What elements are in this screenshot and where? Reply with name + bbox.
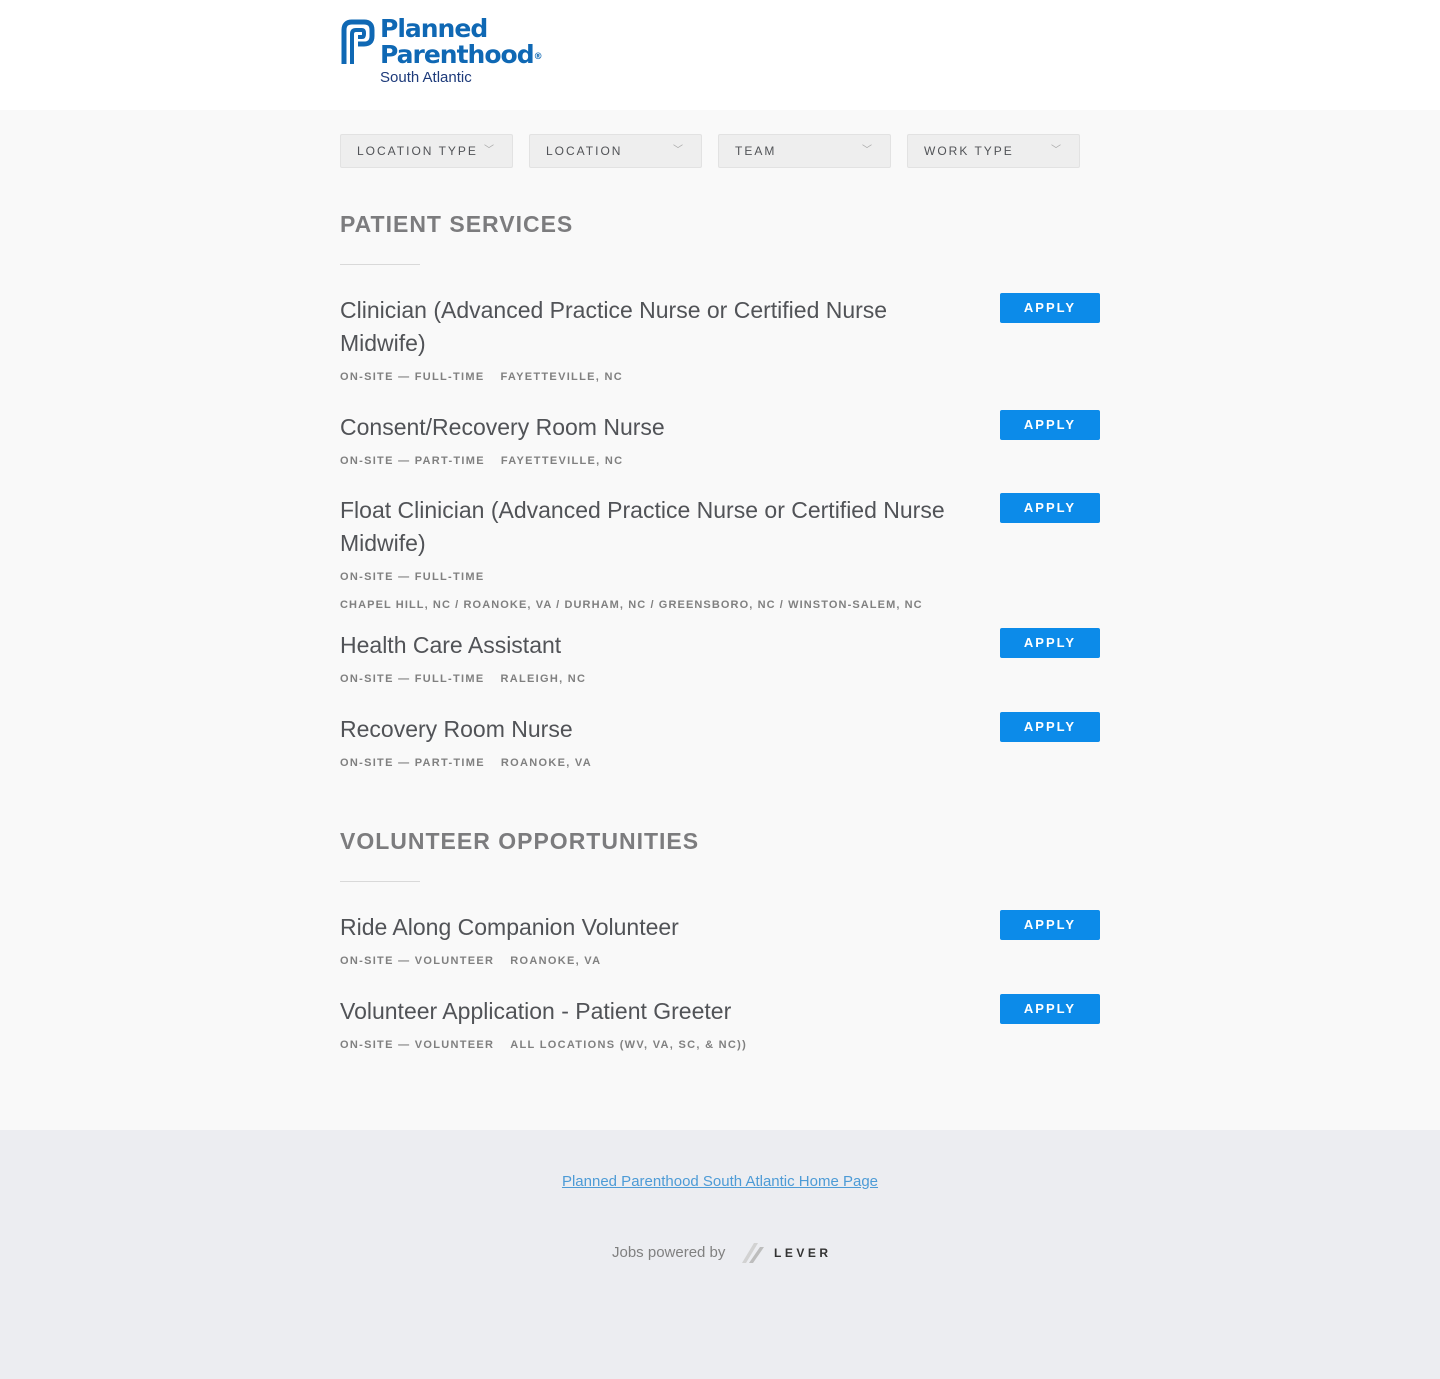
posting-meta: ON-SITE — FULL-TIME RALEIGH, NC — [340, 672, 1100, 686]
posting-commitment: ON-SITE — PART-TIME — [340, 455, 485, 467]
posting-meta: ON-SITE — VOLUNTEER ALL LOCATIONS (WV, VA… — [340, 1038, 1100, 1052]
chevron-down-icon: ﹀ — [862, 145, 872, 156]
posting-location: CHAPEL HILL, NC / ROANOKE, VA / DURHAM, … — [340, 599, 923, 611]
section-divider — [340, 264, 420, 265]
posting-ride-along-companion-volunteer: Ride Along Companion Volunteer ON-SITE —… — [340, 910, 1100, 968]
posting-title-link[interactable]: Health Care Assistant — [340, 629, 970, 662]
posting-commitment: ON-SITE — FULL-TIME — [340, 571, 485, 583]
posting-commitment: ON-SITE — FULL-TIME — [340, 371, 485, 383]
posting-location: FAYETTEVILLE, NC — [500, 371, 623, 383]
chevron-down-icon: ﹀ — [1051, 145, 1061, 156]
job-listings: LOCATION TYPE ﹀ LOCATION ﹀ TEAM ﹀ WORK T… — [0, 110, 1440, 1130]
posting-commitment: ON-SITE — VOLUNTEER — [340, 1039, 495, 1051]
filter-location[interactable]: LOCATION ﹀ — [529, 134, 702, 168]
posting-title-link[interactable]: Recovery Room Nurse — [340, 713, 970, 746]
filter-label: LOCATION — [546, 144, 623, 158]
logo-line-planned: Planned — [380, 14, 488, 43]
posting-meta: ON-SITE — FULL-TIME FAYETTEVILLE, NC — [340, 370, 1100, 384]
apply-button[interactable]: APPLY — [1000, 712, 1100, 742]
filter-work-type[interactable]: WORK TYPE ﹀ — [907, 134, 1080, 168]
home-link-wrapper: Planned Parenthood South Atlantic Home P… — [0, 1173, 1440, 1191]
apply-button[interactable]: APPLY — [1000, 410, 1100, 440]
site-header: Planned Parenthood® South Atlantic — [0, 0, 1440, 110]
posting-title-link[interactable]: Consent/Recovery Room Nurse — [340, 411, 970, 444]
apply-button[interactable]: APPLY — [1000, 293, 1100, 323]
posting-title-link[interactable]: Ride Along Companion Volunteer — [340, 911, 970, 944]
logo-line-parenthood: Parenthood® — [380, 40, 543, 69]
section-title-volunteer-opportunities: VOLUNTEER OPPORTUNITIES — [340, 828, 700, 854]
lever-logo-text[interactable]: LEVER — [774, 1240, 832, 1266]
posting-float-clinician: Float Clinician (Advanced Practice Nurse… — [340, 493, 1100, 612]
posting-clinician: Clinician (Advanced Practice Nurse or Ce… — [340, 293, 1100, 384]
filter-label: TEAM — [735, 144, 777, 158]
logo-line-south-atlantic: South Atlantic — [380, 69, 472, 86]
posting-recovery-room-nurse: Recovery Room Nurse ON-SITE — PART-TIME R… — [340, 712, 1100, 770]
posting-title-link[interactable]: Clinician (Advanced Practice Nurse or Ce… — [340, 294, 970, 360]
filter-team[interactable]: TEAM ﹀ — [718, 134, 891, 168]
posting-location: RALEIGH, NC — [500, 673, 587, 685]
posting-volunteer-patient-greeter: Volunteer Application - Patient Greeter … — [340, 994, 1100, 1052]
posting-commitment: ON-SITE — FULL-TIME — [340, 673, 485, 685]
posting-consent-recovery-room-nurse: Consent/Recovery Room Nurse ON-SITE — PA… — [340, 410, 1100, 468]
apply-button[interactable]: APPLY — [1000, 493, 1100, 523]
posting-commitment: ON-SITE — PART-TIME — [340, 757, 485, 769]
posting-location: ALL LOCATIONS (WV, VA, SC, & NC)) — [510, 1039, 748, 1051]
posting-meta: ON-SITE — PART-TIME FAYETTEVILLE, NC — [340, 454, 1100, 468]
home-page-link[interactable]: Planned Parenthood South Atlantic Home P… — [562, 1173, 878, 1190]
section-divider — [340, 881, 420, 882]
posting-title-link[interactable]: Float Clinician (Advanced Practice Nurse… — [340, 494, 970, 560]
planned-parenthood-logo-icon — [341, 19, 375, 64]
filter-label: WORK TYPE — [924, 144, 1014, 158]
filter-label: LOCATION TYPE — [357, 144, 478, 158]
apply-button[interactable]: APPLY — [1000, 910, 1100, 940]
posting-meta: ON-SITE — VOLUNTEER ROANOKE, VA — [340, 954, 1100, 968]
posting-meta: ON-SITE — PART-TIME ROANOKE, VA — [340, 756, 1100, 770]
posting-commitment: ON-SITE — VOLUNTEER — [340, 955, 495, 967]
registered-mark: ® — [533, 52, 543, 62]
posting-location: ROANOKE, VA — [500, 757, 592, 769]
posting-title-link[interactable]: Volunteer Application - Patient Greeter — [340, 995, 970, 1028]
apply-button[interactable]: APPLY — [1000, 994, 1100, 1024]
powered-by-text: Jobs powered by — [612, 1244, 726, 1261]
posting-location: FAYETTEVILLE, NC — [500, 455, 624, 467]
lever-logo-icon — [742, 1243, 764, 1263]
filter-location-type[interactable]: LOCATION TYPE ﹀ — [340, 134, 513, 168]
chevron-down-icon: ﹀ — [484, 145, 494, 156]
posting-location: ROANOKE, VA — [510, 955, 602, 967]
section-title-patient-services: PATIENT SERVICES — [340, 211, 574, 237]
site-footer: Planned Parenthood South Atlantic Home P… — [0, 1130, 1440, 1379]
chevron-down-icon: ﹀ — [673, 145, 683, 156]
planned-parenthood-logo[interactable]: Planned Parenthood® South Atlantic — [340, 14, 543, 88]
posting-health-care-assistant: Health Care Assistant ON-SITE — FULL-TIM… — [340, 628, 1100, 686]
apply-button[interactable]: APPLY — [1000, 628, 1100, 658]
